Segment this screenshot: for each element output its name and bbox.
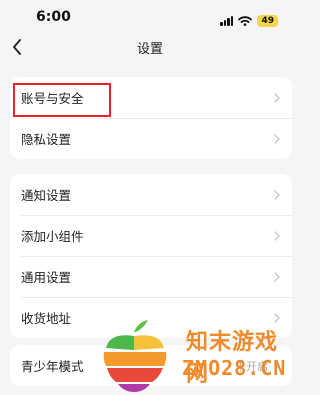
row-notification-settings[interactable]: 通知设置 <box>10 174 292 215</box>
settings-group-account: 账号与安全 隐私设置 <box>10 77 292 159</box>
page-title: 设置 <box>136 42 163 57</box>
teen-mode-status: 未开启 <box>235 359 268 373</box>
chevron-right-icon <box>274 189 280 200</box>
row-shipping-address[interactable]: 收货地址 <box>10 297 292 338</box>
chevron-right-icon <box>274 312 280 323</box>
battery-icon: 49 <box>257 14 278 27</box>
chevron-right-icon <box>274 271 280 282</box>
row-account-security[interactable]: 账号与安全 <box>10 77 292 118</box>
row-label: 隐私设置 <box>21 132 72 147</box>
chevron-right-icon <box>274 230 280 241</box>
status-time: 6:00 <box>36 9 71 25</box>
row-label: 收货地址 <box>21 311 72 326</box>
wifi-icon <box>238 11 253 30</box>
chevron-right-icon <box>274 92 280 103</box>
row-label: 通知设置 <box>21 188 72 203</box>
nav-bar: 设置 <box>0 34 300 60</box>
settings-group-general: 通知设置 添加小组件 通用设置 收货地址 <box>10 174 292 338</box>
status-icons: 49 <box>220 11 278 30</box>
row-label: 添加小组件 <box>21 229 84 244</box>
row-general-settings[interactable]: 通用设置 <box>10 256 292 297</box>
status-bar: 6:00 49 <box>0 0 300 34</box>
row-add-widget[interactable]: 添加小组件 <box>10 215 292 256</box>
row-label: 通用设置 <box>21 270 72 285</box>
chevron-right-icon <box>274 133 280 144</box>
signal-icon <box>220 15 234 26</box>
row-privacy-settings[interactable]: 隐私设置 <box>10 118 292 159</box>
row-teen-mode[interactable]: 青少年模式 未开启 <box>10 345 292 386</box>
settings-group-teen: 青少年模式 未开启 <box>10 345 292 386</box>
row-label: 账号与安全 <box>21 91 84 106</box>
row-label: 青少年模式 <box>21 359 84 374</box>
chevron-right-icon <box>274 360 280 371</box>
